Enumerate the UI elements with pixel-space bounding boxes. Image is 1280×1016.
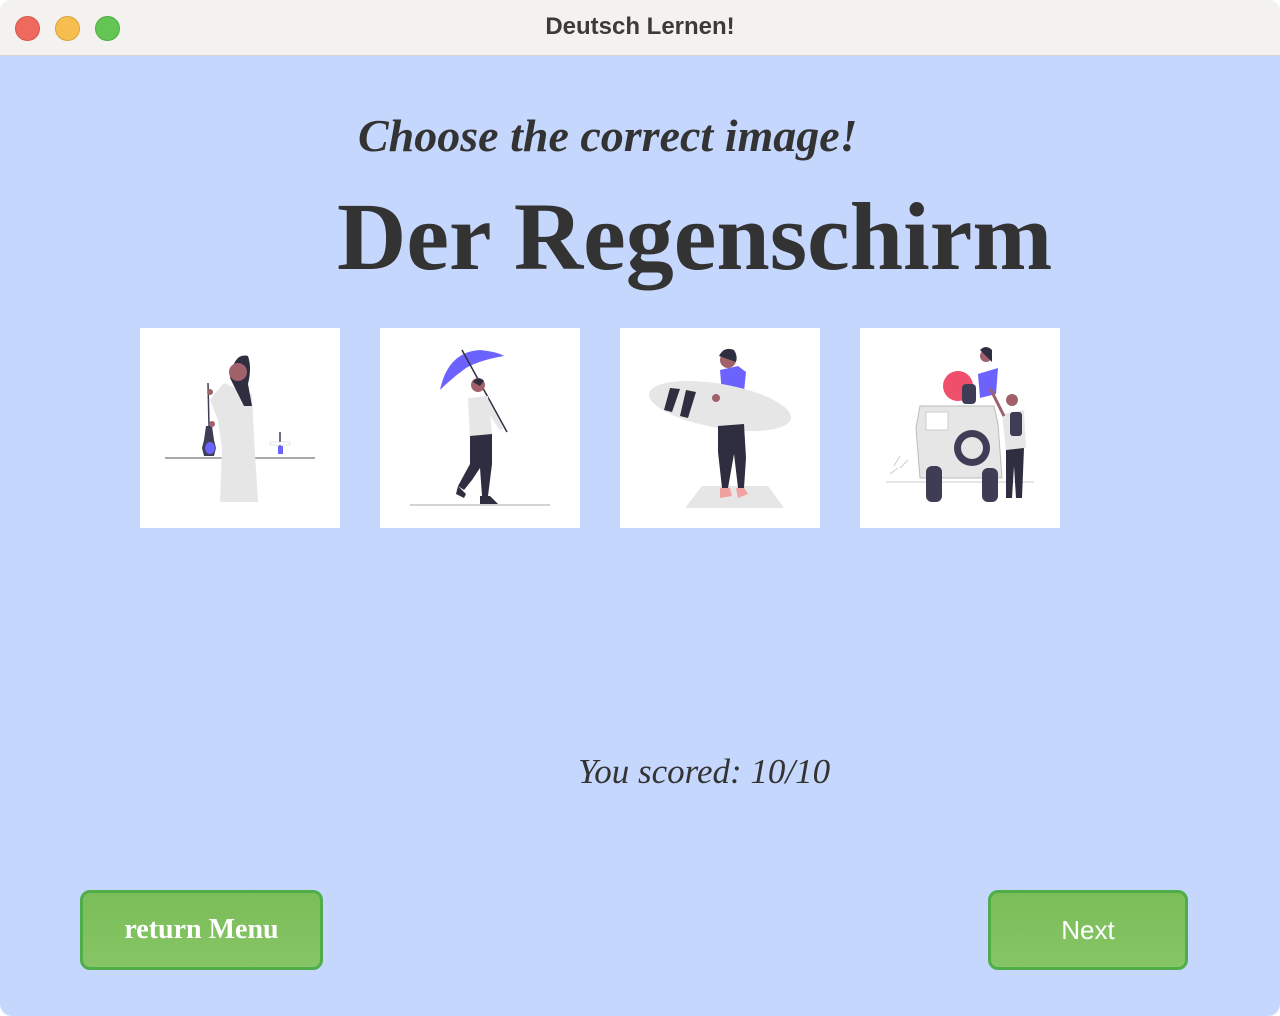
next-button[interactable]: Next: [988, 890, 1188, 970]
app-window: Deutsch Lernen! Choose the correct image…: [0, 0, 1280, 1016]
choice-image-4[interactable]: [860, 328, 1060, 528]
people-with-jeep-illustration: [886, 347, 1034, 502]
window-title: Deutsch Lernen!: [545, 13, 735, 40]
woman-painting-illustration: [165, 355, 315, 502]
quiz-prompt: Choose the correct image!: [358, 110, 858, 161]
score-text: You scored: 10/10: [578, 752, 831, 791]
choice-image-2[interactable]: [380, 328, 580, 528]
title-bar: Deutsch Lernen!: [0, 0, 1280, 56]
choice-image-3[interactable]: [620, 328, 820, 528]
man-with-umbrella-illustration: [410, 349, 550, 506]
quiz-word: Der Regenschirm: [337, 183, 1053, 290]
man-with-surfboard-illustration: [648, 348, 792, 508]
return-menu-button[interactable]: return Menu: [80, 890, 323, 970]
choice-image-1[interactable]: [140, 328, 340, 528]
quiz-panel: Choose the correct image! Der Regenschir…: [0, 57, 1280, 1016]
